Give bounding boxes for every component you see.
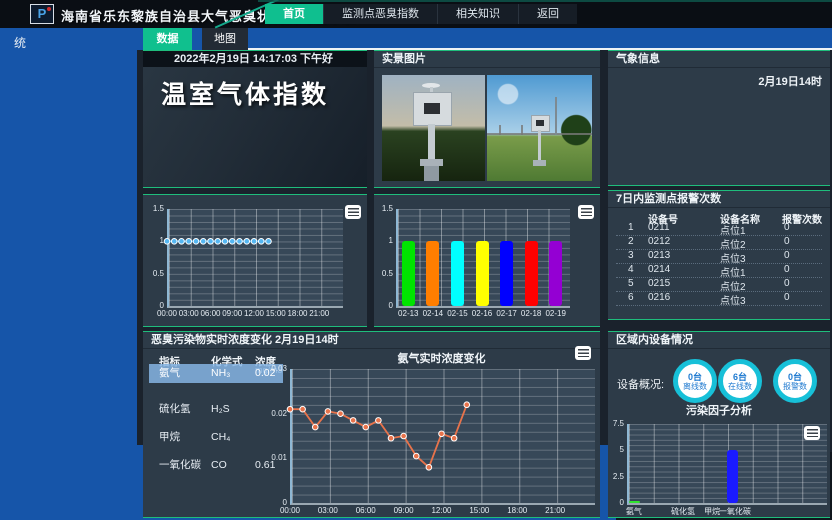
y-axis-label: 1.5 xyxy=(141,204,164,214)
x-axis-label: 00:00 xyxy=(275,506,305,516)
daily-odor-chart-panel: 00.511.502-1302-1402-1502-1602-1702-1802… xyxy=(374,194,600,327)
cell-name: 点位3 xyxy=(720,292,746,307)
y-axis-label: 1 xyxy=(141,236,164,246)
cell-no: 3 xyxy=(628,250,634,261)
tab-bar: 数据 地图 xyxy=(137,28,832,50)
bar-02-14 xyxy=(426,241,439,306)
greenhouse-headline-panel: 2022年2月19日 14:17:03 下午好 温室气体指数 xyxy=(143,50,367,188)
bar-02-13 xyxy=(402,241,415,306)
sidebar-label: 统 xyxy=(0,28,137,51)
cell-device_id: 0213 xyxy=(648,250,670,261)
panel-title: 7日内监测点报警次数 xyxy=(608,191,830,208)
panel-title: 实景图片 xyxy=(374,51,600,68)
daily-odor-chart: 00.511.502-1302-1402-1502-1602-1702-1802… xyxy=(374,195,600,328)
bar-02-15 xyxy=(451,241,464,306)
ammonia-chart: 00.010.020.0300:0003:0006:0009:0012:0015… xyxy=(143,332,600,519)
bar-氨气 xyxy=(629,501,640,503)
bar-02-16 xyxy=(476,241,489,306)
x-axis-label: 氨气 xyxy=(614,506,654,516)
greenhouse-index-chart-panel: 00.511.500:0003:0006:0009:0012:0015:0018… xyxy=(143,194,367,327)
odor-concentration-panel: 恶臭污染物实时浓度变化 2月19日14时 指标 化学式 浓度 mg/m3 氨气N… xyxy=(143,331,600,518)
menu-item-odor-index[interactable]: 监测点恶臭指数 xyxy=(323,4,437,24)
dashboard-root: P 海南省乐东黎族自治县大气恶臭状况实时发布系 首页 监测点恶臭指数 相关知识 … xyxy=(0,0,832,520)
bar-02-19 xyxy=(549,241,562,306)
main-menu: 首页 监测点恶臭指数 相关知识 返回 xyxy=(265,4,577,24)
y-axis-label: 1.5 xyxy=(370,204,393,214)
x-axis-label: 一氧化碳 xyxy=(715,506,755,516)
y-axis-label: 2.5 xyxy=(601,472,624,482)
weather-panel: 气象信息 2月19日14时 xyxy=(608,50,830,186)
x-axis-label: 21:00 xyxy=(540,506,570,516)
y-axis-label: 5 xyxy=(601,445,624,455)
panel-headline: 温室气体指数 xyxy=(161,75,329,111)
line-series xyxy=(167,209,341,306)
pollution-factor-chart: 02.557.5氨气硫化氢甲烷一氧化碳 xyxy=(608,332,830,519)
area-devices-panel: 区域内设备情况 设备概况: 0台 离线数 6台 在线数 0台 报警数 污染因子分… xyxy=(608,331,830,518)
alarm-table-panel: 7日内监测点报警次数 设备号 设备名称 报警次数 10211点位1020212点… xyxy=(608,190,830,320)
cell-device_id: 0216 xyxy=(648,292,670,303)
x-axis-label: 12:00 xyxy=(427,506,457,516)
cell-count: 0 xyxy=(784,222,790,233)
cell-count: 0 xyxy=(784,264,790,275)
y-axis-label: 0.5 xyxy=(370,269,393,279)
x-axis-label: 18:00 xyxy=(502,506,532,516)
menu-item-home[interactable]: 首页 xyxy=(265,4,323,24)
y-axis-label: 0.01 xyxy=(264,453,287,463)
cell-device_id: 0212 xyxy=(648,236,670,247)
left-sidebar: 统 xyxy=(0,28,137,520)
cell-no: 6 xyxy=(628,292,634,303)
tab-data[interactable]: 数据 xyxy=(143,28,192,50)
tab-map[interactable]: 地图 xyxy=(202,28,248,50)
bar-一氧化碳 xyxy=(727,450,738,503)
app-logo-icon: P xyxy=(30,4,54,24)
alarm-table-row: 50215点位20 xyxy=(616,277,822,292)
alarm-table-row: 10211点位10 xyxy=(616,221,822,236)
site-photo-1 xyxy=(382,75,485,181)
chart-menu-icon[interactable] xyxy=(575,346,591,360)
y-axis-label: 0.5 xyxy=(141,269,164,279)
bar-02-17 xyxy=(500,241,513,306)
cell-device_id: 0211 xyxy=(648,222,670,233)
line-series xyxy=(290,369,593,503)
cell-no: 1 xyxy=(628,222,634,233)
cell-device_id: 0214 xyxy=(648,264,670,275)
weather-time: 2月19日14时 xyxy=(758,73,822,89)
y-axis-label: 0.03 xyxy=(264,364,287,374)
alarm-table-row: 40214点位10 xyxy=(616,263,822,278)
y-axis-label: 0.02 xyxy=(264,409,287,419)
greenhouse-index-chart: 00.511.500:0003:0006:0009:0012:0015:0018… xyxy=(143,195,367,328)
x-axis-label: 06:00 xyxy=(351,506,381,516)
menu-item-back[interactable]: 返回 xyxy=(518,4,577,24)
cell-count: 0 xyxy=(784,250,790,261)
x-axis-label: 21:00 xyxy=(304,309,334,319)
y-axis-label: 7.5 xyxy=(601,419,624,429)
bar-02-18 xyxy=(525,241,538,306)
x-axis-label: 09:00 xyxy=(389,506,419,516)
alarm-table-row: 6 0216 点位3 0 xyxy=(616,291,822,306)
chart-menu-icon[interactable] xyxy=(345,205,361,219)
chart-menu-icon[interactable] xyxy=(578,205,594,219)
cell-device_id: 0215 xyxy=(648,278,670,289)
alarm-table-row: 20212点位20 xyxy=(616,235,822,250)
cell-count: 0 xyxy=(784,292,790,303)
site-photos-panel: 实景图片 xyxy=(374,50,600,188)
menu-item-knowledge[interactable]: 相关知识 xyxy=(437,4,518,24)
cell-no: 4 xyxy=(628,264,634,275)
cell-no: 5 xyxy=(628,278,634,289)
cell-count: 0 xyxy=(784,278,790,289)
cell-count: 0 xyxy=(784,236,790,247)
x-axis-label: 02-19 xyxy=(536,309,576,319)
site-photo-2 xyxy=(487,75,592,181)
top-navbar: P 海南省乐东黎族自治县大气恶臭状况实时发布系 首页 监测点恶臭指数 相关知识 … xyxy=(0,0,832,28)
alarm-table-row: 30213点位30 xyxy=(616,249,822,264)
chart-menu-icon[interactable] xyxy=(804,426,820,440)
x-axis-label: 15:00 xyxy=(464,506,494,516)
cell-no: 2 xyxy=(628,236,634,247)
panel-title: 气象信息 xyxy=(608,51,830,68)
accent-top-line xyxy=(258,0,832,2)
x-axis-label: 03:00 xyxy=(313,506,343,516)
datetime-text: 2022年2月19日 14:17:03 下午好 xyxy=(143,51,367,67)
y-axis-label: 1 xyxy=(370,236,393,246)
